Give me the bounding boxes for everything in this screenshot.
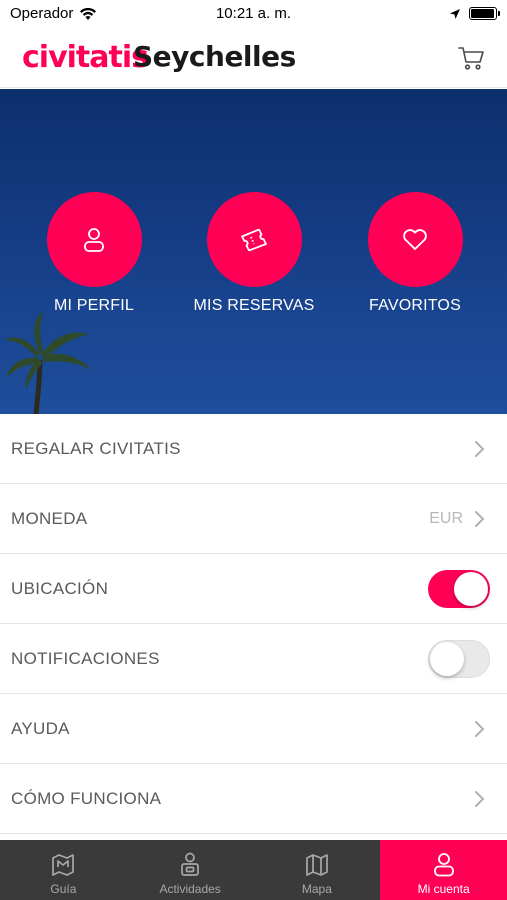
activities-icon bbox=[181, 852, 199, 876]
palm-tree-image bbox=[4, 312, 92, 414]
tab-map[interactable]: Mapa bbox=[254, 840, 381, 900]
location-toggle[interactable] bbox=[428, 569, 490, 608]
account-hero: MI PERFIL MIS RESERVAS FAVORITOS bbox=[0, 89, 507, 414]
heart-icon bbox=[403, 228, 427, 250]
chevron-right-icon bbox=[475, 440, 485, 457]
tab-my-account[interactable]: Mi cuenta bbox=[380, 840, 507, 900]
settings-row-currency[interactable]: MONEDA EUR bbox=[0, 484, 507, 554]
settings-row-how-it-works[interactable]: CÓMO FUNCIONA bbox=[0, 764, 507, 834]
user-icon bbox=[84, 227, 104, 252]
settings-row-help[interactable]: AYUDA bbox=[0, 694, 507, 764]
settings-row-notifications: NOTIFICACIONES bbox=[0, 624, 507, 694]
settings-row-label: REGALAR CIVITATIS bbox=[11, 438, 181, 458]
tab-label: Mi cuenta bbox=[417, 882, 470, 896]
battery-icon bbox=[469, 7, 500, 20]
app-header: civitatis Seychelles bbox=[0, 30, 507, 88]
tab-label: Actividades bbox=[159, 882, 221, 896]
chevron-right-icon bbox=[475, 720, 485, 737]
my-profile-button[interactable]: MI PERFIL bbox=[46, 192, 142, 315]
battery-level bbox=[471, 9, 494, 18]
currency-value: EUR bbox=[429, 509, 463, 527]
tab-guide[interactable]: Guía bbox=[0, 840, 127, 900]
ticket-icon bbox=[241, 228, 267, 251]
favorites-label: FAVORITOS bbox=[369, 297, 461, 314]
settings-row-label: CÓMO FUNCIONA bbox=[11, 788, 162, 808]
favorites-circle[interactable] bbox=[367, 192, 463, 287]
civitatis-logo[interactable]: civitatis bbox=[22, 40, 149, 75]
clock: 10:21 a. m. bbox=[215, 5, 292, 22]
tab-label: Guía bbox=[50, 882, 77, 896]
status-bar: Operador 10:21 a. m. bbox=[0, 0, 507, 30]
guide-icon bbox=[52, 854, 75, 876]
cart-icon[interactable] bbox=[457, 44, 485, 72]
location-arrow-icon bbox=[450, 8, 460, 19]
settings-row-gift[interactable]: REGALAR CIVITATIS bbox=[0, 414, 507, 484]
settings-row-label: UBICACIÓN bbox=[11, 578, 109, 598]
chevron-right-icon bbox=[475, 790, 485, 807]
settings-row-label: NOTIFICACIONES bbox=[11, 648, 160, 668]
my-bookings-button[interactable]: MIS RESERVAS bbox=[194, 192, 314, 315]
tab-bar: Guía Actividades Mapa Mi cuenta bbox=[0, 840, 507, 900]
toggle-knob bbox=[430, 641, 464, 676]
settings-row-location: UBICACIÓN bbox=[0, 554, 507, 624]
tab-activities[interactable]: Actividades bbox=[127, 840, 254, 900]
my-bookings-circle[interactable] bbox=[206, 192, 302, 287]
notifications-toggle[interactable] bbox=[428, 639, 490, 678]
toggle-knob bbox=[454, 571, 488, 606]
my-profile-circle[interactable] bbox=[46, 192, 142, 287]
account-icon bbox=[433, 853, 454, 877]
favorites-button[interactable]: FAVORITOS bbox=[367, 192, 463, 315]
settings-list: REGALAR CIVITATIS MONEDA EUR UBICACIÓN N… bbox=[0, 414, 507, 834]
settings-row-label: AYUDA bbox=[11, 718, 70, 738]
tab-label: Mapa bbox=[301, 882, 332, 896]
chevron-right-icon bbox=[475, 510, 485, 527]
map-icon bbox=[306, 854, 328, 876]
settings-row-label: MONEDA bbox=[11, 508, 88, 528]
destination-title: Seychelles bbox=[133, 40, 296, 73]
